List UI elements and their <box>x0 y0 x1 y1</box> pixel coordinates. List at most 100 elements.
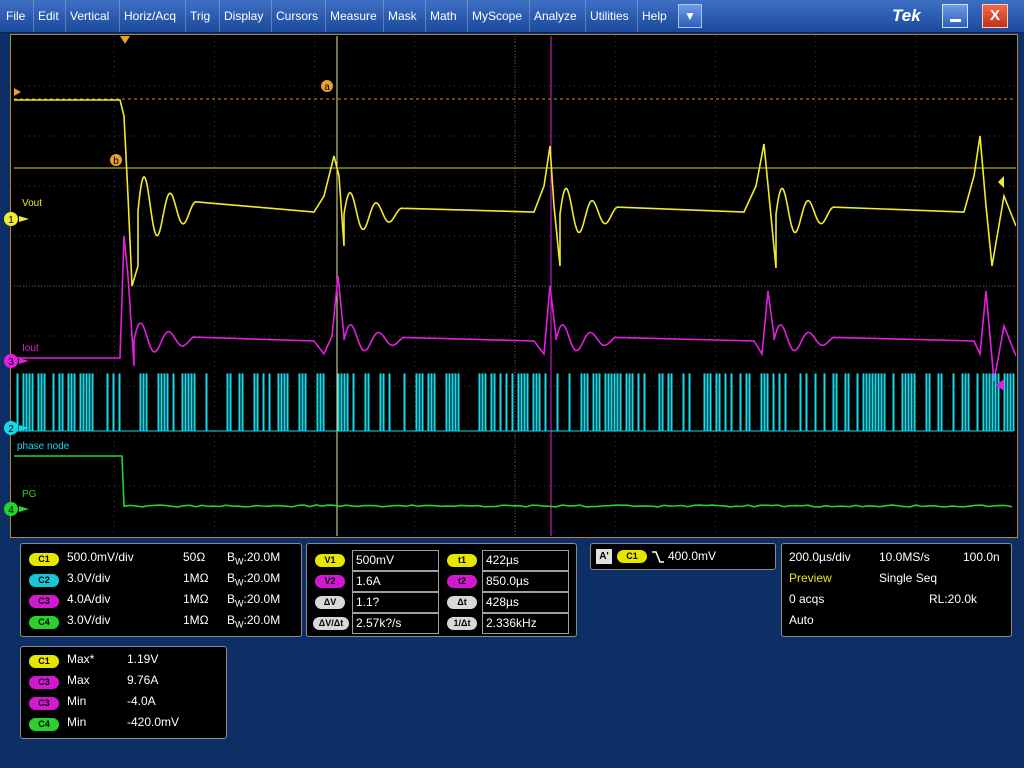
cursor-dv-value: 1.1? <box>352 592 439 613</box>
ch1-ground-marker[interactable]: 1 <box>3 211 31 230</box>
ch3-label: Iout <box>22 343 39 354</box>
ch3-level-marker <box>996 379 1004 391</box>
trigger-a-label: A' <box>596 549 612 564</box>
menu-cursors[interactable]: Cursors <box>272 0 326 32</box>
cursor-readout-panel: V1 500mV V2 1.6A ΔV 1.1? ΔV/Δt 2.57k?/s … <box>306 543 577 637</box>
cursor-t1-value: 422µs <box>482 550 569 571</box>
ch1-label: Vout <box>22 198 42 209</box>
acquisition-panel[interactable]: 200.0µs/div 10.0MS/s 100.0n Preview Sing… <box>781 543 1012 637</box>
cursor-v1-value: 500mV <box>352 550 439 571</box>
meas3-value: -4.0A <box>127 694 156 708</box>
ch2-scale[interactable]: 3.0V/div <box>67 571 110 585</box>
ch1-bandwidth: BW:20.0M <box>227 550 280 566</box>
meas2-name: Max <box>67 673 90 687</box>
meas1-value: 1.19V <box>127 652 158 666</box>
sample-rate: 10.0MS/s <box>879 550 930 564</box>
channel-settings-panel: C1 500.0mV/div 50Ω BW:20.0M C2 3.0V/div … <box>20 543 302 637</box>
minimize-button[interactable] <box>942 4 968 28</box>
ch3-badge[interactable]: C3 <box>29 595 59 608</box>
ch4-marker-number: 4 <box>8 505 14 516</box>
ch3-scale[interactable]: 4.0A/div <box>67 592 110 606</box>
menu-measure[interactable]: Measure <box>326 0 384 32</box>
meas4-value: -420.0mV <box>127 715 179 729</box>
trigger-source-badge: C1 <box>617 550 647 563</box>
menu-myscope[interactable]: MyScope <box>468 0 530 32</box>
meas3-badge: C3 <box>29 697 59 710</box>
cursor-dvdt-value: 2.57k?/s <box>352 613 439 634</box>
menu-utilities[interactable]: Utilities <box>586 0 638 32</box>
cursor-b-label: b <box>113 156 119 167</box>
falling-edge-icon <box>651 550 665 564</box>
ch1-marker-number: 1 <box>8 215 14 226</box>
cursor-v1-badge: V1 <box>315 554 345 567</box>
ch2-bandwidth: BW:20.0M <box>227 571 280 587</box>
cursor-t2-badge: t2 <box>447 575 477 588</box>
ch4-impedance: 1MΩ <box>183 613 209 627</box>
meas4-name: Min <box>67 715 86 729</box>
menu-help[interactable]: Help <box>638 0 676 32</box>
cursor-t1-badge: t1 <box>447 554 477 567</box>
cursor-dv-badge: ΔV <box>315 596 345 609</box>
cursor-inv-dt-badge: 1/Δt <box>447 617 477 630</box>
run-mode: Single Seq <box>879 571 937 585</box>
reference-level-marker <box>14 88 21 96</box>
menu-mask[interactable]: Mask <box>384 0 426 32</box>
menu-file[interactable]: File <box>2 0 34 32</box>
cursor-v2-value: 1.6A <box>352 571 439 592</box>
ch3-impedance: 1MΩ <box>183 592 209 606</box>
ch2-impedance: 1MΩ <box>183 571 209 585</box>
ch4-ground-marker[interactable]: 4 <box>3 501 31 520</box>
cursor-t2-value: 850.0µs <box>482 571 569 592</box>
meas1-badge: C1 <box>29 655 59 668</box>
trigger-level-marker[interactable] <box>998 176 1004 188</box>
menu-analyze[interactable]: Analyze <box>530 0 586 32</box>
cursor-dvdt-badge: ΔV/Δt <box>313 617 349 630</box>
meas4-badge: C4 <box>29 718 59 731</box>
acquisition-mode: Preview <box>789 571 832 585</box>
trigger-level: 400.0mV <box>668 549 716 563</box>
acquisition-count: 0 acqs <box>789 592 824 606</box>
resolution: 100.0n <box>963 550 1000 564</box>
ch3-bandwidth: BW:20.0M <box>227 592 280 608</box>
ch3-marker-number: 3 <box>8 357 14 368</box>
meas2-badge: C3 <box>29 676 59 689</box>
meas1-name: Max* <box>67 652 94 666</box>
ch2-ground-marker[interactable]: 2 <box>3 420 31 439</box>
timebase: 200.0µs/div <box>789 550 851 564</box>
tek-logo: Tek <box>892 6 921 26</box>
cursor-v2-badge: V2 <box>315 575 345 588</box>
trigger-panel[interactable]: A' C1 400.0mV <box>590 543 776 570</box>
meas3-name: Min <box>67 694 86 708</box>
ch4-bandwidth: BW:20.0M <box>227 613 280 629</box>
ch3-trace <box>14 236 1016 381</box>
menu-trig[interactable]: Trig <box>186 0 220 32</box>
menu-vertical[interactable]: Vertical <box>66 0 120 32</box>
menu-math[interactable]: Math <box>426 0 468 32</box>
meas2-value: 9.76A <box>127 673 158 687</box>
record-length: RL:20.0k <box>929 592 977 606</box>
ch4-badge[interactable]: C4 <box>29 616 59 629</box>
ch2-label: phase node <box>17 441 69 452</box>
ch2-trace <box>14 374 1014 431</box>
measurements-panel: C1 Max* 1.19V C3 Max 9.76A C3 Min -4.0A … <box>20 646 227 739</box>
cursor-inv-dt-value: 2.336kHz <box>482 613 569 634</box>
cursor-dt-value: 428µs <box>482 592 569 613</box>
ch2-badge[interactable]: C2 <box>29 574 59 587</box>
waveform-display[interactable]: a b <box>14 36 1016 536</box>
ch4-label: PG <box>22 489 36 500</box>
menu-horiz-acq[interactable]: Horiz/Acq <box>120 0 186 32</box>
close-button[interactable]: X <box>982 4 1008 28</box>
cursor-dt-badge: Δt <box>447 596 477 609</box>
minimize-icon <box>950 19 961 22</box>
menu-bar: File Edit Vertical Horiz/Acq Trig Displa… <box>0 0 1024 33</box>
ch3-ground-marker[interactable]: 3 <box>3 353 31 372</box>
trigger-position-marker[interactable] <box>120 36 130 44</box>
ch1-scale[interactable]: 500.0mV/div <box>67 550 134 564</box>
menu-display[interactable]: Display <box>220 0 272 32</box>
menu-dropdown-button[interactable]: ▼ <box>678 4 702 28</box>
ch1-impedance: 50Ω <box>183 550 205 564</box>
ch1-badge[interactable]: C1 <box>29 553 59 566</box>
menu-edit[interactable]: Edit <box>34 0 66 32</box>
ch2-marker-number: 2 <box>8 424 14 435</box>
ch4-scale[interactable]: 3.0V/div <box>67 613 110 627</box>
